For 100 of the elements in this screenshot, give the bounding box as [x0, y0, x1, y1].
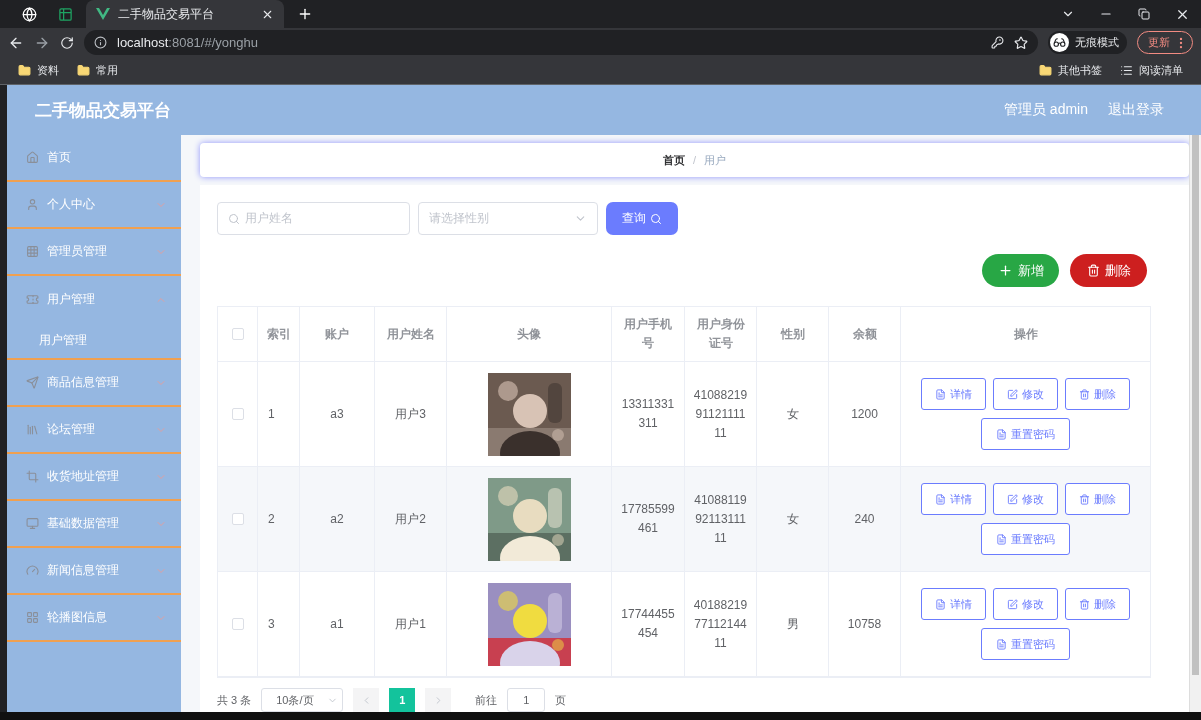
- column-header: 性别: [757, 307, 829, 361]
- browser-tab[interactable]: 二手物品交易平台: [86, 0, 284, 28]
- restore-icon[interactable]: [1138, 8, 1150, 20]
- grid-icon: [26, 245, 39, 258]
- edit-icon: [1007, 493, 1018, 505]
- column-header: 用户手机号: [612, 307, 685, 361]
- bookmark-link[interactable]: 常用: [96, 63, 118, 78]
- crop-icon: [26, 470, 39, 483]
- document-icon: [996, 428, 1007, 440]
- incognito-icon: [1053, 36, 1066, 49]
- trash-icon: [1079, 388, 1090, 400]
- table-cell-text: 3: [268, 615, 275, 633]
- edit-icon: [1007, 388, 1018, 400]
- incognito-chip[interactable]: 无痕模式: [1048, 31, 1127, 54]
- sidebar-item[interactable]: 用户管理: [7, 276, 181, 323]
- page-size-select[interactable]: 10条/页: [261, 688, 344, 712]
- folder-icon: [77, 64, 90, 77]
- table-cell-text: 410882199112111111: [693, 386, 748, 442]
- document-icon: [935, 493, 946, 505]
- table-cell-text: 240: [854, 510, 875, 528]
- gauge-icon: [26, 564, 39, 577]
- table-cell-text: 1: [268, 405, 275, 423]
- action-button[interactable]: 修改: [993, 588, 1058, 620]
- column-header: 操作: [1012, 325, 1039, 343]
- document-icon: [996, 533, 1007, 545]
- action-button[interactable]: 重置密码: [981, 523, 1070, 555]
- user-label: 管理员 admin: [1003, 101, 1088, 119]
- app-title: 二手物品交易平台: [35, 99, 172, 122]
- logout-link[interactable]: 退出登录: [1108, 101, 1164, 119]
- sidebar-item[interactable]: 管理员管理: [7, 229, 181, 276]
- search-icon: [650, 212, 662, 225]
- action-button[interactable]: 修改: [993, 378, 1058, 410]
- paper-plane-icon: [26, 376, 39, 389]
- action-button[interactable]: 详情: [921, 588, 986, 620]
- reload-icon[interactable]: [60, 35, 74, 50]
- sidebar-item[interactable]: 新闻信息管理: [7, 548, 181, 595]
- new-tab-icon[interactable]: [297, 6, 313, 22]
- column-header: 账户: [300, 307, 375, 361]
- user-icon: [26, 198, 39, 211]
- bookmark-link[interactable]: 资料: [37, 63, 59, 78]
- checkbox[interactable]: [231, 408, 244, 420]
- sidebar-item[interactable]: 论坛管理: [7, 407, 181, 454]
- column-header: 余额: [829, 307, 901, 361]
- page-suffix: 页: [555, 692, 567, 708]
- table-cell-text: 用户1: [395, 615, 426, 633]
- key-icon[interactable]: [991, 36, 1004, 49]
- sidebar-item[interactable]: 基础数据管理: [7, 501, 181, 548]
- total-count: 共 3 条: [217, 692, 252, 708]
- sidebar-item[interactable]: 首页: [7, 135, 181, 182]
- table-cell-text: 17744455454: [620, 606, 676, 642]
- breadcrumb-link[interactable]: 首页: [662, 152, 685, 168]
- table-cell-text: 2: [268, 510, 275, 528]
- page-number[interactable]: 1: [389, 688, 416, 712]
- query-button[interactable]: 查询: [606, 202, 678, 235]
- action-button[interactable]: 详情: [921, 483, 986, 515]
- sidebar-subitem[interactable]: 用户管理: [7, 323, 181, 358]
- breadcrumb-link[interactable]: 用户: [704, 152, 727, 168]
- sidebar-item[interactable]: 商品信息管理: [7, 360, 181, 407]
- table-cell-text: a1: [330, 615, 344, 633]
- star-icon[interactable]: [1014, 35, 1028, 50]
- table-cell-text: 410881199211311111: [693, 491, 748, 547]
- action-button[interactable]: 删除: [1065, 588, 1130, 620]
- sidebar-item[interactable]: 轮播图信息: [7, 595, 181, 642]
- checkbox[interactable]: [231, 513, 244, 525]
- trash-icon: [1079, 598, 1090, 610]
- info-icon[interactable]: [94, 36, 107, 49]
- folder-icon: [1039, 64, 1052, 77]
- sidebar-item[interactable]: 个人中心: [7, 182, 181, 229]
- monitor-icon: [26, 517, 39, 530]
- bookmark-link[interactable]: 其他书签: [1058, 63, 1102, 78]
- add-button[interactable]: 新增: [982, 254, 1059, 287]
- document-icon: [935, 388, 946, 400]
- table-cell-text: 1200: [851, 405, 878, 423]
- action-button[interactable]: 重置密码: [981, 628, 1070, 660]
- sidebar-item[interactable]: 收货地址管理: [7, 454, 181, 501]
- column-header: 用户姓名: [375, 307, 447, 361]
- column-header: 索引: [258, 307, 300, 361]
- ticket-icon: [26, 293, 39, 306]
- table-cell-text: 10758: [847, 615, 882, 633]
- reading-list-link[interactable]: 阅读清单: [1139, 63, 1183, 78]
- breadcrumb-separator: /: [692, 154, 697, 166]
- table-cell-text: 女: [786, 405, 799, 423]
- edit-icon: [1007, 598, 1018, 610]
- reading-list-icon: [1120, 64, 1133, 77]
- scrollbar-thumb[interactable]: [1192, 135, 1199, 675]
- action-button[interactable]: 详情: [921, 378, 986, 410]
- folder-icon: [18, 64, 31, 77]
- checkbox[interactable]: [231, 328, 244, 340]
- action-button[interactable]: 重置密码: [981, 418, 1070, 450]
- column-header: 头像: [447, 307, 612, 361]
- globe-icon[interactable]: [21, 6, 37, 22]
- table-cell-text: 17785599461: [620, 501, 676, 537]
- checkbox[interactable]: [231, 618, 244, 630]
- document-icon: [996, 638, 1007, 650]
- delete-button[interactable]: 删除: [1070, 254, 1147, 287]
- spreadsheet-icon[interactable]: [57, 6, 73, 22]
- action-button[interactable]: 删除: [1065, 483, 1130, 515]
- action-button[interactable]: 修改: [993, 483, 1058, 515]
- action-button[interactable]: 删除: [1065, 378, 1130, 410]
- table-cell-text: 男: [786, 615, 799, 633]
